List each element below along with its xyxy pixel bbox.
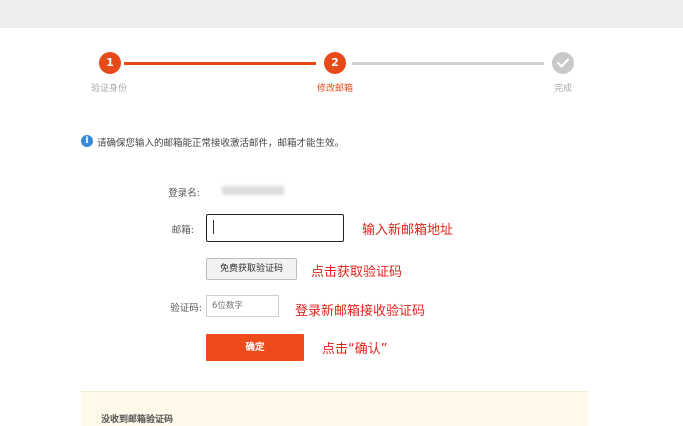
step-1-label: 验证身份 (90, 84, 127, 94)
info-icon: i (81, 135, 93, 147)
step-2-circle: 2 (324, 52, 346, 74)
step-3-label: 完成 (553, 84, 572, 94)
confirm-button[interactable]: 确定 (206, 334, 304, 361)
annotation-code-input-hint: 登录新邮箱接收验证码 (295, 304, 426, 319)
annotation-confirm-hint: 点击“确认” (322, 342, 388, 357)
verification-code-input[interactable] (206, 295, 279, 317)
email-input[interactable] (206, 214, 344, 242)
annotation-code-button-hint: 点击获取验证码 (311, 265, 403, 280)
help-panel-title: 没收到邮箱验证码 (101, 415, 174, 425)
step-3-circle (552, 52, 574, 74)
step-connector-completed (124, 62, 316, 65)
username-label: 登录名: (168, 188, 200, 199)
step-connector-pending (352, 62, 544, 65)
step-1-circle: 1 (99, 52, 121, 74)
notice-text: 请确保您输入的邮箱能正常接收激活邮件，邮箱才能生效。 (97, 138, 345, 149)
check-icon (557, 58, 569, 68)
send-code-button[interactable]: 免费获取验证码 (206, 258, 297, 280)
step-2-label: 修改邮箱 (316, 84, 353, 94)
text-caret (213, 220, 214, 234)
email-label: 邮箱: (171, 225, 194, 236)
top-bar (0, 0, 683, 28)
code-label: 验证码: (170, 303, 202, 314)
annotation-email-hint: 输入新邮箱地址 (362, 223, 454, 238)
username-value (222, 186, 284, 195)
